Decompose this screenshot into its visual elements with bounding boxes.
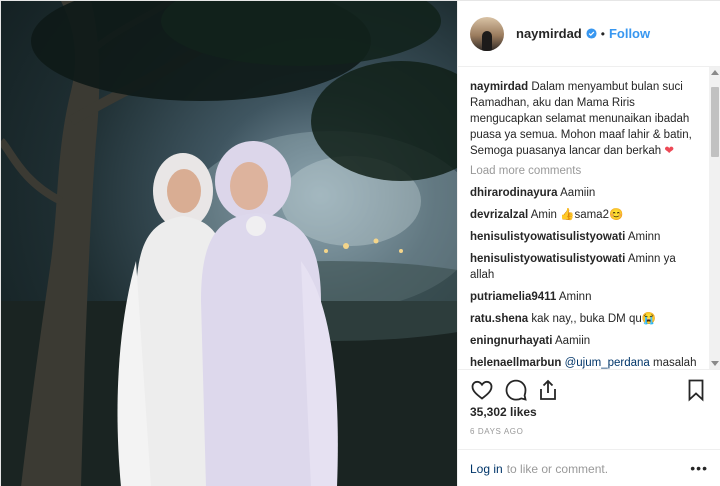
photo-illustration — [1, 1, 457, 486]
comments-list[interactable]: naymirdad Dalam menyambut bulan suci Ram… — [458, 67, 710, 369]
comment-item: henisulistyowatisulistyowati Aminn — [470, 229, 700, 245]
comment-username[interactable]: henisulistyowatisulistyowati — [470, 231, 625, 243]
comment-item: henisulistyowatisulistyowati Aminn ya al… — [470, 251, 700, 283]
comment-text: kak nay,, buka DM qu😭 — [531, 313, 657, 325]
comment-item: putriamelia9411 Aminn — [470, 289, 700, 305]
comment-text: Amin 👍sama2😊 — [530, 209, 624, 221]
comment-username[interactable]: putriamelia9411 — [470, 291, 556, 303]
post-timestamp[interactable]: 6 DAYS AGO — [470, 427, 523, 436]
scroll-up-arrow[interactable] — [711, 70, 719, 75]
comment-item: dhirarodinayura Aamiin — [470, 185, 700, 201]
caption-username[interactable]: naymirdad — [470, 81, 528, 93]
login-footer: Log in to like or comment. ••• — [458, 449, 720, 486]
comment-username[interactable]: henisulistyowatisulistyowati — [470, 253, 625, 265]
post-header: naymirdad • Follow — [458, 1, 720, 67]
load-more-comments[interactable]: Load more comments — [470, 163, 700, 179]
scroll-thumb[interactable] — [711, 87, 719, 157]
comment-item: ratu.shena kak nay,, buka DM qu😭 — [470, 311, 700, 327]
share-icon[interactable] — [536, 378, 560, 402]
comments-scrollbar[interactable] — [709, 67, 720, 369]
comment-mention[interactable]: @ujum_perdana — [565, 357, 650, 369]
comment-username[interactable]: dhirarodinayura — [470, 187, 558, 199]
comment-text: Aminn — [558, 291, 592, 303]
comment-item: devrizalzal Amin 👍sama2😊 — [470, 207, 700, 223]
login-link[interactable]: Log in — [470, 462, 503, 476]
post-photo[interactable] — [1, 1, 457, 486]
post-caption: naymirdad Dalam menyambut bulan suci Ram… — [470, 79, 700, 159]
login-suffix-text: to like or comment. — [506, 461, 609, 476]
username-link[interactable]: naymirdad — [516, 26, 582, 41]
comment-item: helenaellmarbun @ujum_perdana masalah do… — [470, 355, 700, 369]
likes-count[interactable]: 35,302 likes — [470, 405, 537, 419]
action-bar — [458, 369, 720, 407]
avatar[interactable] — [470, 16, 504, 51]
heart-outline-icon[interactable] — [470, 378, 494, 402]
instagram-post: naymirdad • Follow naymirdad Dalam menya… — [0, 0, 720, 486]
more-options-button[interactable]: ••• — [690, 460, 708, 476]
comment-text: Aamiin — [560, 187, 596, 199]
heart-emoji: ❤ — [664, 145, 675, 157]
bookmark-icon[interactable] — [684, 378, 708, 402]
comment-username[interactable]: helenaellmarbun — [470, 357, 561, 369]
follow-button[interactable]: Follow — [609, 26, 650, 41]
comment-text: Aminn — [627, 231, 661, 243]
comment-username[interactable]: eningnurhayati — [470, 335, 552, 347]
comment-username[interactable]: ratu.shena — [470, 313, 528, 325]
verified-badge-icon — [586, 28, 597, 39]
post-side-panel: naymirdad • Follow naymirdad Dalam menya… — [457, 1, 720, 486]
scroll-down-arrow[interactable] — [711, 361, 719, 366]
comment-text: Aamiin — [555, 335, 591, 347]
separator-dot: • — [600, 26, 605, 41]
comment-item: eningnurhayati Aamiin — [470, 333, 700, 349]
comment-username[interactable]: devrizalzal — [470, 209, 528, 221]
comment-bubble-icon[interactable] — [504, 378, 528, 402]
